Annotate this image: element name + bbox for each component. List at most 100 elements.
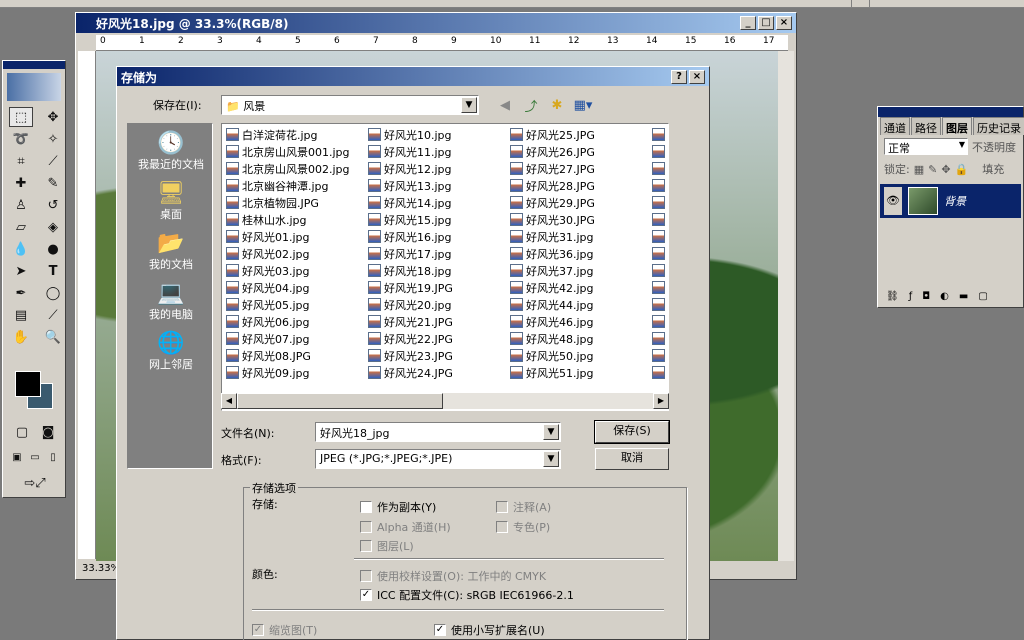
filename-input[interactable]: 好风光18_jpg ▼ (315, 422, 561, 442)
file-item[interactable]: 好风光36.jpg (510, 245, 595, 262)
vertical-ruler[interactable] (78, 51, 96, 559)
chevron-down-icon[interactable]: ▼ (461, 97, 477, 113)
file-item[interactable]: 好风光02.jpg (226, 245, 350, 262)
file-item[interactable] (652, 228, 665, 245)
screen-mode-standard-icon[interactable]: ▣ (9, 449, 25, 465)
proof-setup-checkbox[interactable]: 使用校样设置(O): 工作中的 CMYK (360, 568, 546, 584)
place-network[interactable]: 🌐 网上邻居 (128, 324, 214, 374)
file-item[interactable]: 好风光01.jpg (226, 228, 350, 245)
close-button[interactable]: × (776, 16, 792, 30)
horizontal-ruler[interactable]: 0 1 2 3 4 5 6 7 8 9 10 11 12 13 14 15 16 17 (96, 35, 788, 51)
file-item[interactable]: 好风光07.jpg (226, 330, 350, 347)
file-item[interactable]: 好风光06.jpg (226, 313, 350, 330)
file-item[interactable]: 好风光05.jpg (226, 296, 350, 313)
file-item[interactable] (652, 126, 665, 143)
back-icon[interactable]: ◀ (495, 96, 515, 114)
place-my-documents[interactable]: 📂 我的文档 (128, 224, 214, 274)
save-in-select[interactable]: 📁 风景 ▼ (221, 95, 479, 115)
adjustment-layer-icon[interactable]: ◐ (940, 291, 949, 305)
layers-checkbox[interactable]: 图层(L) (360, 538, 414, 554)
file-item[interactable]: 白洋淀荷花.jpg (226, 126, 350, 143)
place-desktop[interactable]: 🖥 桌面 (128, 174, 214, 224)
quick-mask-mode-icon[interactable]: ◙ (37, 423, 59, 441)
history-brush-tool-icon[interactable]: ↺ (41, 195, 65, 215)
file-item[interactable]: 好风光17.jpg (368, 245, 453, 262)
minimize-button[interactable]: _ (740, 16, 756, 30)
file-item[interactable]: 好风光09.jpg (226, 364, 350, 381)
move-tool-icon[interactable]: ✥ (41, 107, 65, 127)
paint-bucket-tool-icon[interactable]: ◈ (41, 217, 65, 237)
file-item[interactable]: 好风光20.jpg (368, 296, 453, 313)
save-button[interactable]: 保存(S) (594, 420, 670, 444)
pen-tool-icon[interactable]: ✒ (9, 283, 33, 303)
layer-row-background[interactable]: 👁 背景 (880, 184, 1021, 218)
file-item[interactable] (652, 194, 665, 211)
file-item[interactable] (652, 245, 665, 262)
file-item[interactable] (652, 211, 665, 228)
file-item[interactable]: 好风光13.jpg (368, 177, 453, 194)
zoom-status[interactable]: 33.33% (78, 563, 121, 577)
file-item[interactable]: 好风光50.jpg (510, 347, 595, 364)
chevron-down-icon[interactable]: ▼ (543, 424, 559, 440)
tab-paths[interactable]: 路径 (911, 117, 941, 135)
as-copy-checkbox[interactable]: 作为副本(Y) (360, 499, 436, 515)
file-item[interactable] (652, 296, 665, 313)
healing-brush-tool-icon[interactable]: ✚ (9, 173, 33, 193)
file-list[interactable]: 白洋淀荷花.jpg 北京房山风景001.jpg 北京房山风景002.jpg 北京幽谷神… (221, 123, 669, 411)
spot-color-checkbox[interactable]: 专色(P) (496, 519, 550, 535)
scroll-left-icon[interactable]: ◀ (221, 393, 237, 409)
file-item[interactable]: 好风光42.jpg (510, 279, 595, 296)
file-item[interactable]: 好风光44.jpg (510, 296, 595, 313)
file-item[interactable]: 好风光11.jpg (368, 143, 453, 160)
file-list-hscrollbar[interactable]: ◀ ▶ (221, 393, 669, 409)
zoom-tool-icon[interactable]: 🔍 (41, 327, 65, 347)
file-item[interactable]: 好风光03.jpg (226, 262, 350, 279)
scroll-thumb[interactable] (237, 393, 443, 409)
file-item[interactable]: 好风光46.jpg (510, 313, 595, 330)
file-item[interactable] (652, 143, 665, 160)
file-item[interactable] (652, 160, 665, 177)
alpha-channel-checkbox[interactable]: Alpha 通道(H) (360, 519, 451, 535)
jump-to-imageready-icon[interactable]: ⇨⤢ (13, 473, 57, 493)
lowercase-extension-checkbox[interactable]: ✓ 使用小写扩展名(U) (434, 622, 545, 638)
marquee-tool-icon[interactable]: ⬚ (9, 107, 33, 127)
file-item[interactable]: 北京植物园.JPG (226, 194, 350, 211)
file-item[interactable] (652, 177, 665, 194)
vertical-scrollbar[interactable] (778, 51, 794, 561)
file-item[interactable]: 好风光24.JPG (368, 364, 453, 381)
path-selection-tool-icon[interactable]: ➤ (9, 261, 33, 281)
thumbnail-checkbox[interactable]: ✓ 缩览图(T) (252, 622, 317, 638)
file-item[interactable] (652, 347, 665, 364)
new-folder-icon[interactable]: ✱ (547, 96, 567, 114)
slice-tool-icon[interactable]: ⟋ (41, 151, 65, 171)
file-item[interactable]: 好风光29.JPG (510, 194, 595, 211)
eyedropper-tool-icon[interactable]: ⟋ (41, 305, 65, 325)
dialog-close-button[interactable]: × (689, 70, 705, 84)
file-item[interactable]: 好风光48.jpg (510, 330, 595, 347)
notes-tool-icon[interactable]: ▤ (9, 305, 33, 325)
file-item[interactable]: 好风光30.JPG (510, 211, 595, 228)
file-item[interactable]: 好风光16.jpg (368, 228, 453, 245)
document-titlebar[interactable]: 好风光18.jpg @ 33.3%(RGB/8) _ □ × (76, 13, 796, 33)
format-select[interactable]: JPEG (*.JPG;*.JPEG;*.JPE) ▼ (315, 449, 561, 469)
icc-profile-checkbox[interactable]: ✓ ICC 配置文件(C): sRGB IEC61966-2.1 (360, 587, 574, 603)
dialog-titlebar[interactable]: 存储为 ? × (117, 67, 709, 86)
palette-well-button[interactable] (834, 0, 852, 7)
layer-mask-icon[interactable]: ◘ (922, 291, 930, 305)
crop-tool-icon[interactable]: ⌗ (9, 151, 33, 171)
scroll-right-icon[interactable]: ▶ (653, 393, 669, 409)
new-set-icon[interactable]: ▬ (959, 291, 968, 305)
tab-layers[interactable]: 图层 (942, 117, 972, 135)
hand-tool-icon[interactable]: ✋ (9, 327, 33, 347)
new-layer-icon[interactable]: ▢ (978, 291, 987, 305)
chevron-down-icon[interactable]: ▼ (543, 451, 559, 467)
dodge-tool-icon[interactable]: ● (41, 239, 65, 259)
standard-mode-icon[interactable]: ▢ (11, 423, 33, 441)
file-item[interactable] (652, 262, 665, 279)
file-item[interactable]: 北京房山风景002.jpg (226, 160, 350, 177)
eye-icon[interactable]: 👁 (884, 187, 902, 215)
foreground-color-swatch[interactable] (15, 371, 41, 397)
file-item[interactable]: 好风光21.JPG (368, 313, 453, 330)
file-item[interactable]: 好风光37.jpg (510, 262, 595, 279)
file-item[interactable]: 北京幽谷神潭.jpg (226, 177, 350, 194)
